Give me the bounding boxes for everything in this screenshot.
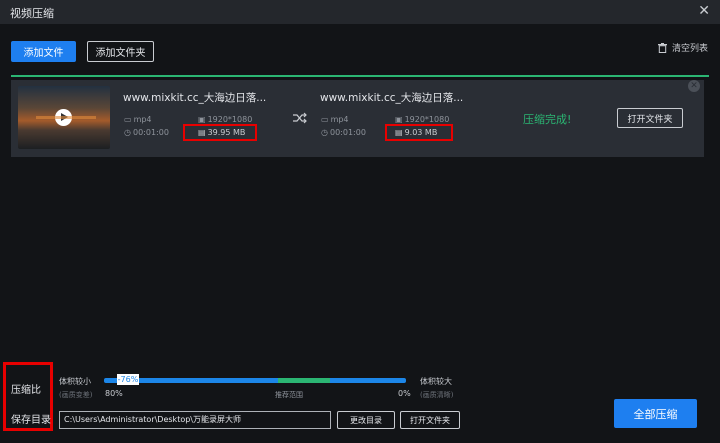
source-duration: ◷ 00:01:00 — [124, 128, 169, 137]
smaller-size-label: 体积较小 — [59, 377, 91, 386]
larger-size-label: 体积较大 — [420, 377, 452, 386]
output-resolution: ▣ 1920*1080 — [395, 115, 450, 124]
output-size: ▤ 9.03 MB — [395, 128, 438, 137]
clock-icon: ◷ — [124, 128, 131, 137]
file-format-icon: ▭ — [321, 115, 329, 124]
resolution-icon: ▣ — [198, 115, 206, 124]
smaller-size-sub: (画质变差) — [59, 391, 93, 399]
recommended-label: 推荐范围 — [275, 391, 303, 399]
file-format-icon: ▭ — [124, 115, 132, 124]
add-file-button[interactable]: 添加文件 — [11, 41, 76, 62]
compress-status: 压缩完成! — [523, 113, 572, 126]
source-format: ▭ mp4 — [124, 115, 152, 124]
play-icon[interactable] — [55, 109, 72, 126]
open-folder-button[interactable]: 打开文件夹 — [617, 108, 683, 128]
trash-icon — [657, 42, 667, 53]
output-duration: ◷ 00:01:00 — [321, 128, 366, 137]
output-filename: www.mixkit.cc_大海边日落... — [320, 92, 464, 104]
slider-handle[interactable]: -76% — [117, 374, 139, 385]
size-icon: ▤ — [198, 128, 206, 137]
close-icon[interactable]: ✕ — [698, 3, 710, 19]
resolution-icon: ▣ — [395, 115, 403, 124]
source-resolution: ▣ 1920*1080 — [198, 115, 253, 124]
ratio-min-value: 80% — [105, 389, 123, 398]
list-divider — [11, 75, 709, 77]
larger-size-sub: (画质清晰) — [420, 391, 454, 399]
convert-arrow-icon — [293, 112, 307, 124]
save-dir-label: 保存目录 — [11, 415, 51, 426]
compression-ratio-label: 压缩比 — [11, 385, 41, 396]
output-format: ▭ mp4 — [321, 115, 349, 124]
video-list-item: www.mixkit.cc_大海边日落... ▭ mp4 ▣ 1920*1080 ◷… — [11, 80, 704, 157]
title-bar: 视频压缩 ✕ — [0, 0, 720, 24]
clock-icon: ◷ — [321, 128, 328, 137]
source-filename: www.mixkit.cc_大海边日落... — [123, 92, 267, 104]
add-folder-button[interactable]: 添加文件夹 — [87, 41, 154, 62]
window-title: 视频压缩 — [10, 7, 54, 20]
remove-item-icon[interactable]: ✕ — [688, 80, 700, 92]
compress-all-button[interactable]: 全部压缩 — [614, 399, 697, 428]
size-icon: ▤ — [395, 128, 403, 137]
clear-list-label: 清空列表 — [671, 44, 708, 54]
video-thumbnail[interactable] — [18, 86, 110, 149]
compression-slider[interactable] — [104, 378, 406, 383]
open-save-folder-button[interactable]: 打开文件夹 — [400, 411, 460, 429]
ratio-max-value: 0% — [398, 389, 411, 398]
clear-list-button[interactable]: 清空列表 — [657, 41, 708, 54]
recommended-range — [278, 378, 330, 383]
change-dir-button[interactable]: 更改目录 — [337, 411, 395, 429]
save-path-field[interactable]: C:\Users\Administrator\Desktop\万能录屏大师 — [59, 411, 331, 429]
source-size: ▤ 39.95 MB — [198, 128, 246, 137]
